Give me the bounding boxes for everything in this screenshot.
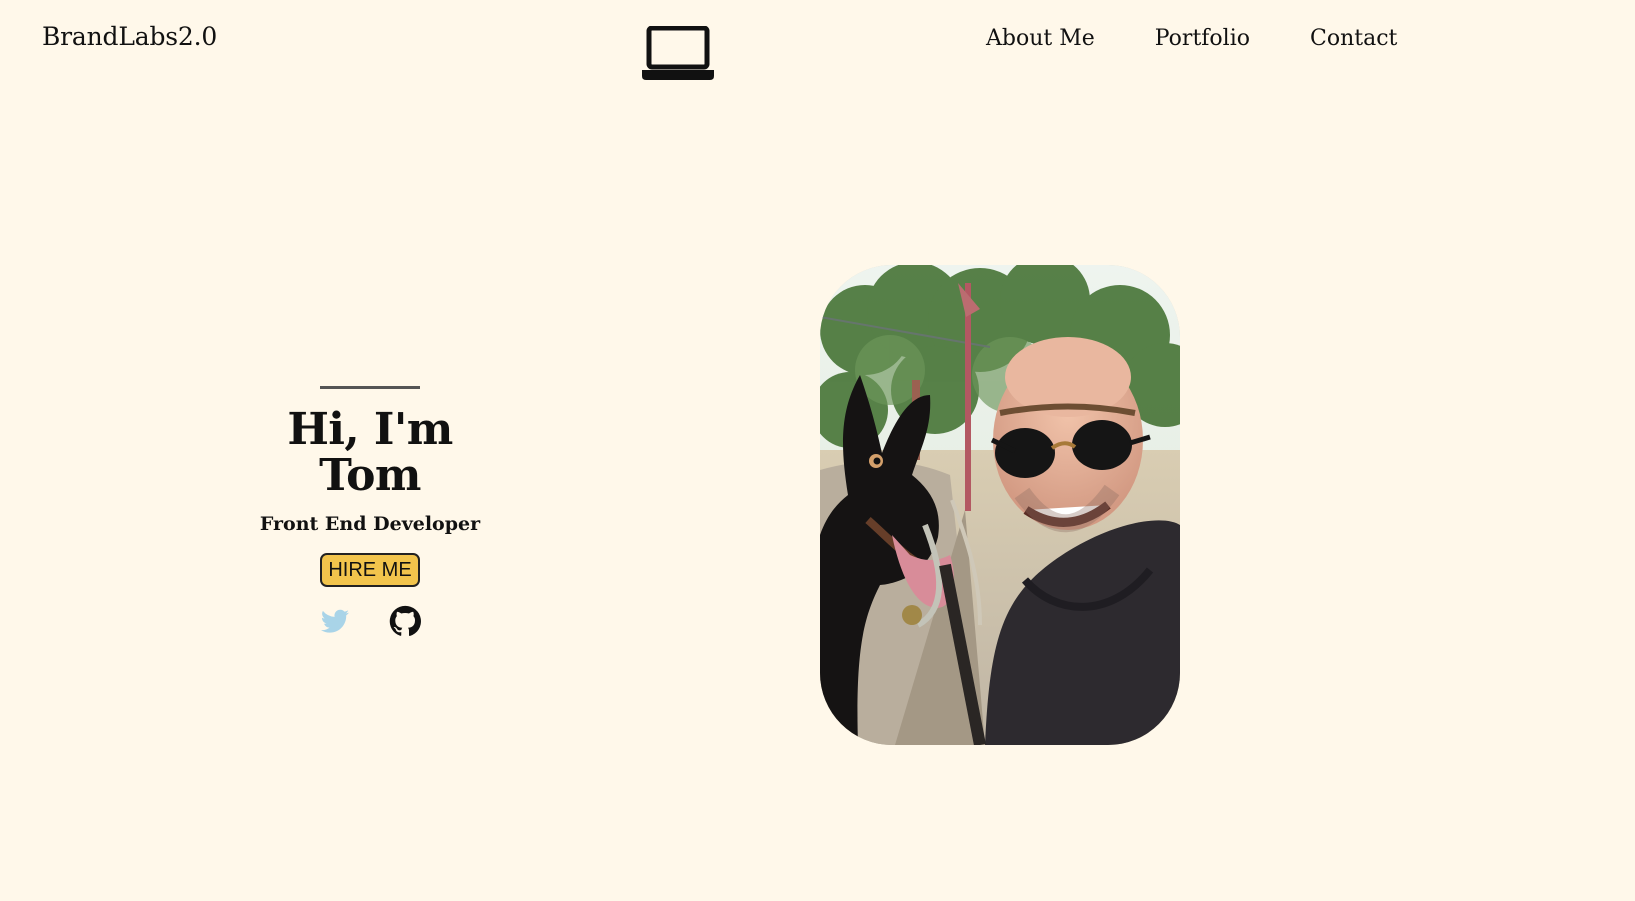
main-nav: About Me Portfolio Contact [986, 26, 1397, 51]
profile-photo [820, 265, 1180, 745]
nav-about-me[interactable]: About Me [986, 26, 1095, 51]
hero-intro: Hi, I'm Tom Front End Developer HIRE ME [230, 386, 510, 637]
hire-me-button[interactable]: HIRE ME [320, 553, 420, 588]
hero-subtitle: Front End Developer [259, 513, 481, 536]
social-links [230, 605, 510, 637]
nav-portfolio[interactable]: Portfolio [1155, 26, 1250, 51]
nav-contact[interactable]: Contact [1310, 26, 1397, 51]
page: BrandLabs2.0 About Me Portfolio Contact … [0, 0, 1635, 901]
hero-title: Hi, I'm Tom [287, 404, 453, 502]
brand-title[interactable]: BrandLabs2.0 [42, 22, 217, 51]
twitter-icon[interactable] [319, 605, 351, 637]
title-rule [320, 386, 420, 389]
github-icon[interactable] [389, 605, 421, 637]
laptop-icon [642, 26, 714, 80]
